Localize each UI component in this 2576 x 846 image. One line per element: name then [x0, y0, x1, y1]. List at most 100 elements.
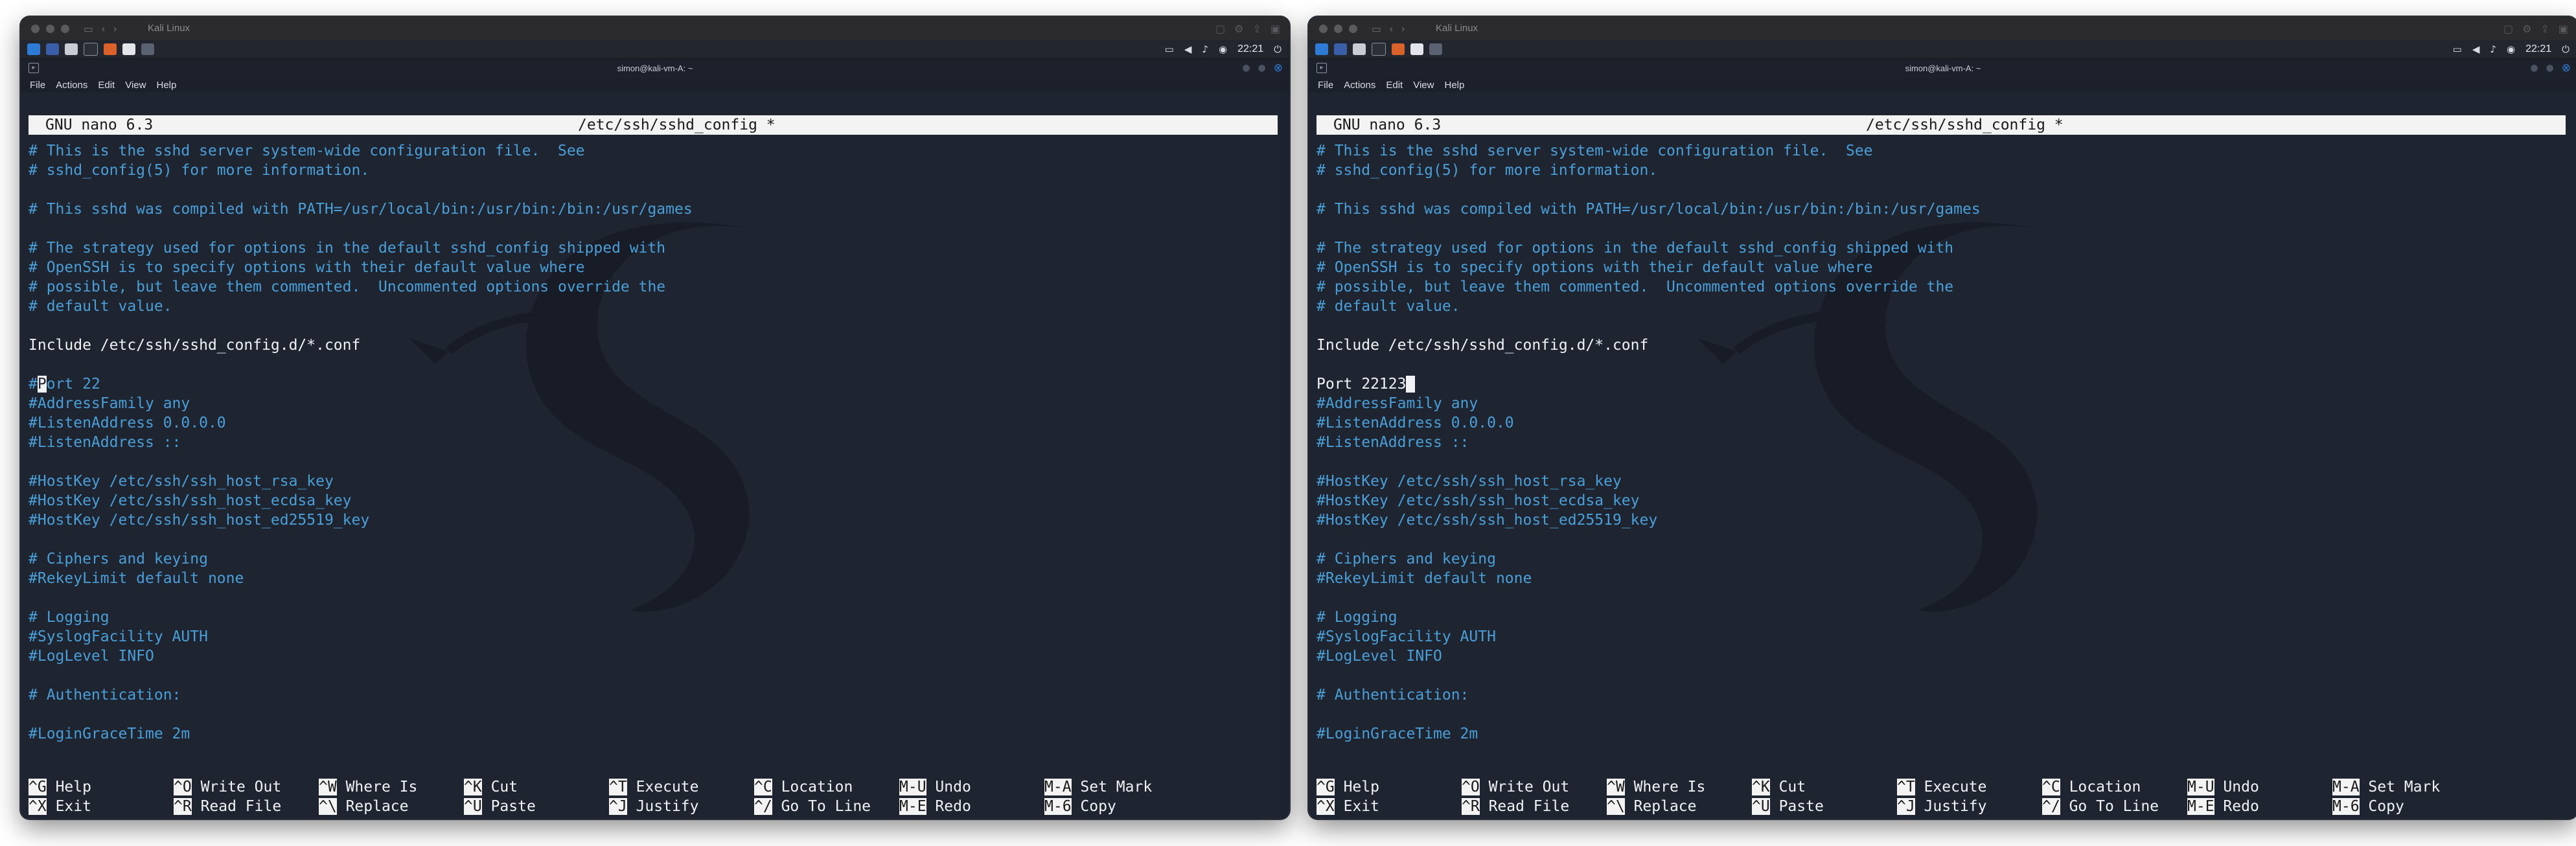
editor-line[interactable]: # OpenSSH is to specify options with the… — [29, 258, 1282, 277]
shortcut-item[interactable]: M-A Set Mark — [1044, 777, 1152, 797]
editor-line[interactable] — [29, 705, 1282, 724]
editor-line[interactable]: # sshd_config(5) for more information. — [1317, 161, 2570, 180]
editor-line[interactable] — [1317, 219, 2570, 238]
editor-line[interactable] — [29, 666, 1282, 685]
editor-line[interactable] — [1317, 180, 2570, 200]
shortcut-item[interactable]: M-E Redo — [2187, 797, 2259, 816]
editor-line[interactable]: # OpenSSH is to specify options with the… — [1317, 258, 2570, 277]
workspace-icon[interactable] — [1334, 43, 1347, 55]
terminal-icon[interactable] — [84, 43, 98, 56]
editor-line[interactable]: # Logging — [1317, 608, 2570, 627]
display-icon[interactable]: ▢ — [1215, 23, 1225, 35]
editor-line[interactable]: # Ciphers and keying — [1317, 549, 2570, 569]
menu-file[interactable]: File — [30, 80, 45, 91]
editor-line[interactable]: # possible, but leave them commented. Un… — [1317, 277, 2570, 297]
back-icon[interactable]: ‹ — [1389, 23, 1393, 35]
editor-line[interactable]: #HostKey /etc/ssh/ssh_host_rsa_key — [1317, 472, 2570, 491]
screen-icon[interactable] — [141, 43, 154, 55]
screen-icon[interactable] — [1429, 43, 1442, 55]
shortcut-item[interactable]: ^/ Go To Line — [2042, 797, 2159, 816]
lock-icon[interactable]: ⏻ — [1274, 43, 1282, 55]
close-dot-icon[interactable] — [1319, 24, 1328, 33]
editor-line[interactable]: Port 22123Port 22123 — [1317, 374, 2570, 394]
editor-line[interactable]: #LoginGraceTime 2m — [1317, 724, 2570, 744]
sidebar-icon[interactable]: ▭ — [84, 23, 93, 35]
editor-line[interactable] — [1317, 705, 2570, 724]
shortcut-item[interactable]: ^C Location — [2042, 777, 2141, 797]
editor-line[interactable]: #RekeyLimit default none — [29, 569, 1282, 588]
shortcut-item[interactable]: ^U Paste — [464, 797, 536, 816]
firefox-icon[interactable] — [1392, 43, 1405, 55]
editor-line[interactable]: #AddressFamily any — [29, 394, 1282, 413]
editor-line[interactable]: # The strategy used for options in the d… — [29, 238, 1282, 258]
shortcut-item[interactable]: ^J Justify — [609, 797, 699, 816]
editor-line[interactable]: #ListenAddress 0.0.0.0 — [29, 413, 1282, 433]
editor-line[interactable]: # sshd_config(5) for more information. — [29, 161, 1282, 180]
editor-line[interactable]: # Authentication: — [29, 685, 1282, 705]
editor-line[interactable]: #Port 22#Port 22 — [29, 374, 1282, 394]
editor-line[interactable]: Include /etc/ssh/sshd_config.d/*.conf — [29, 336, 1282, 355]
editor-icon[interactable] — [122, 43, 135, 55]
display-icon[interactable]: ▢ — [2503, 23, 2513, 35]
shortcut-item[interactable]: ^J Justify — [1897, 797, 1987, 816]
shortcut-item[interactable]: M-6 Copy — [2332, 797, 2404, 816]
shortcut-item[interactable]: ^\ Replace — [1607, 797, 1697, 816]
shortcut-item[interactable]: ^\ Replace — [319, 797, 409, 816]
editor-line[interactable] — [1317, 666, 2570, 685]
firefox-icon[interactable] — [104, 43, 117, 55]
editor-line[interactable]: #ListenAddress 0.0.0.0 — [1317, 413, 2570, 433]
shortcut-item[interactable]: ^O Write Out — [174, 777, 281, 797]
shortcut-item[interactable]: ^T Execute — [609, 777, 699, 797]
editor-line[interactable] — [29, 180, 1282, 200]
editor-line[interactable]: #HostKey /etc/ssh/ssh_host_ed25519_key — [29, 510, 1282, 530]
maximize-icon[interactable]: ● — [2546, 63, 2554, 73]
shortcut-item[interactable]: M-E Redo — [899, 797, 971, 816]
editor-buffer[interactable]: # This is the sshd server system-wide co… — [29, 141, 1282, 744]
menu-edit[interactable]: Edit — [98, 80, 115, 91]
back-icon[interactable]: ‹ — [101, 23, 105, 35]
shortcut-item[interactable]: ^O Write Out — [1462, 777, 1569, 797]
menu-view[interactable]: View — [1413, 80, 1434, 91]
files-icon[interactable] — [65, 43, 78, 55]
shortcut-item[interactable]: ^K Cut — [1752, 777, 1806, 797]
power-icon[interactable]: ◉ — [2507, 43, 2515, 55]
editor-line[interactable]: #LogLevel INFO — [1317, 646, 2570, 666]
editor-line[interactable]: #SyslogFacility AUTH — [29, 627, 1282, 646]
minimize-icon[interactable]: ● — [1242, 63, 1250, 73]
minimize-icon[interactable]: ● — [2530, 63, 2538, 73]
minimize-dot-icon[interactable] — [46, 24, 54, 33]
lock-icon[interactable]: ⏻ — [2562, 43, 2570, 55]
kali-menu-icon[interactable] — [1315, 43, 1328, 55]
editor-line[interactable]: #AddressFamily any — [1317, 394, 2570, 413]
close-dot-icon[interactable] — [31, 24, 40, 33]
sidebar-icon[interactable]: ▭ — [1372, 23, 1381, 35]
maximize-icon[interactable]: ● — [1258, 63, 1266, 73]
shortcut-item[interactable]: ^X Exit — [29, 797, 91, 816]
shortcut-item[interactable]: ^R Read File — [174, 797, 281, 816]
panel-clock[interactable]: 22:21 — [1237, 43, 1263, 55]
editor-line[interactable]: # The strategy used for options in the d… — [1317, 238, 2570, 258]
files-icon[interactable] — [1353, 43, 1366, 55]
shortcut-item[interactable]: ^W Where Is — [319, 777, 417, 797]
editor-line[interactable] — [29, 355, 1282, 374]
editor-line[interactable]: #HostKey /etc/ssh/ssh_host_ecdsa_key — [1317, 491, 2570, 510]
power-icon[interactable]: ◉ — [1219, 43, 1227, 55]
editor-line[interactable]: # Authentication: — [1317, 685, 2570, 705]
volume-icon[interactable]: ◀ — [2472, 43, 2480, 55]
editor-line[interactable]: #HostKey /etc/ssh/ssh_host_ed25519_key — [1317, 510, 2570, 530]
shortcut-item[interactable]: ^W Where Is — [1607, 777, 1705, 797]
editor-line[interactable]: #ListenAddress :: — [29, 433, 1282, 452]
forward-icon[interactable]: › — [1401, 23, 1405, 35]
editor-line[interactable] — [1317, 452, 2570, 472]
shortcut-item[interactable]: ^R Read File — [1462, 797, 1569, 816]
editor-line[interactable] — [1317, 530, 2570, 549]
editor-buffer[interactable]: # This is the sshd server system-wide co… — [1317, 141, 2570, 744]
editor-line[interactable] — [29, 219, 1282, 238]
shortcut-item[interactable]: M-U Undo — [2187, 777, 2259, 797]
close-icon[interactable]: ⊗ — [2562, 62, 2571, 74]
volume-icon[interactable]: ◀ — [1184, 43, 1192, 55]
editor-line[interactable]: # This sshd was compiled with PATH=/usr/… — [29, 200, 1282, 219]
panel-clock[interactable]: 22:21 — [2525, 43, 2551, 55]
shortcut-item[interactable]: ^G Help — [29, 777, 91, 797]
shortcut-item[interactable]: M-6 Copy — [1044, 797, 1116, 816]
